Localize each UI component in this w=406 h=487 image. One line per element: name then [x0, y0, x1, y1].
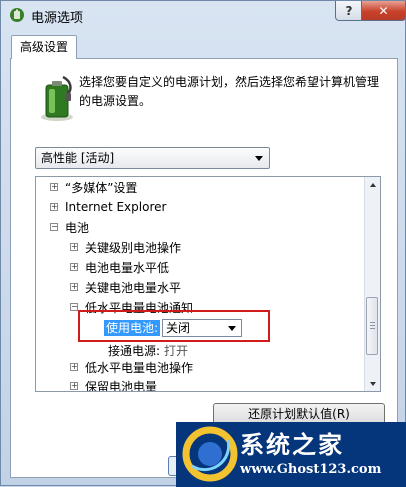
tree-item-multimedia[interactable]: + “多媒体”设置 — [50, 177, 137, 197]
tree-item-label: 低水平电量电池操作 — [85, 360, 194, 375]
chevron-down-icon — [255, 156, 263, 161]
power-options-icon — [10, 8, 24, 22]
close-button[interactable]: ✕ — [361, 1, 406, 21]
tree-item-label: 电池电量水平低 — [85, 260, 170, 275]
grip-line — [370, 322, 375, 323]
plugged-in-value: 打开 — [164, 343, 189, 358]
tree-item-low-battery-action[interactable]: + 低水平电量电池操作 — [70, 357, 193, 377]
power-options-window: 电源选项 ? ✕ 高级设置 选择您要自定义的电源计划，然后选择您希望计算机管理的… — [0, 0, 406, 487]
help-button[interactable]: ? — [335, 1, 363, 21]
scroll-down-button[interactable] — [365, 376, 380, 391]
collapse-icon[interactable]: − — [50, 223, 58, 231]
settings-panel: 选择您要自定义的电源计划，然后选择您希望计算机管理的电源设置。 高性能 [活动]… — [10, 58, 398, 478]
expand-icon[interactable]: + — [70, 363, 78, 371]
tree-item-reserve-battery-level[interactable]: + 保留电池电量 — [70, 376, 158, 392]
grip-line — [370, 328, 375, 329]
tree-item-critical-battery-level[interactable]: + 关键电池电量水平 — [70, 277, 181, 297]
power-plan-value: 高性能 [活动] — [41, 151, 115, 165]
title-bar[interactable]: 电源选项 ? ✕ — [1, 1, 406, 29]
collapse-icon[interactable]: − — [70, 303, 78, 311]
tree-item-label: 电池 — [65, 220, 90, 235]
scroll-thumb[interactable] — [366, 297, 378, 355]
tree-item-label: 关键级别电池操作 — [85, 240, 182, 255]
settings-tree[interactable]: + “多媒体”设置 + Internet Explorer − 电池 + 关键级… — [35, 176, 381, 392]
highlight-annotation-box — [78, 310, 270, 342]
window-title: 电源选项 — [31, 11, 84, 26]
tab-advanced-settings[interactable]: 高级设置 — [11, 35, 77, 59]
description-text: 选择您要自定义的电源计划，然后选择您希望计算机管理的电源设置。 — [79, 75, 380, 108]
tree-item-battery[interactable]: − 电池 — [50, 217, 89, 237]
watermark-logo-icon — [182, 426, 238, 482]
tree-item-internet-explorer[interactable]: + Internet Explorer — [50, 197, 166, 217]
tree-item-label: “多媒体”设置 — [65, 180, 138, 195]
power-plan-select[interactable]: 高性能 [活动] — [35, 147, 270, 169]
watermark-url: www.Ghost123.com — [240, 462, 382, 477]
watermark-brand: 系统之家 — [240, 430, 344, 459]
arrow-down-icon — [369, 381, 376, 386]
tree-item-low-battery-level[interactable]: + 电池电量水平低 — [70, 257, 169, 277]
expand-icon[interactable]: + — [70, 263, 78, 271]
arrow-up-icon — [369, 182, 376, 187]
tree-item-critical-battery-action[interactable]: + 关键级别电池操作 — [70, 237, 181, 257]
battery-power-icon — [41, 75, 73, 121]
scroll-up-button[interactable] — [365, 177, 380, 192]
expand-icon[interactable]: + — [70, 382, 78, 390]
tree-item-label: 保留电池电量 — [85, 379, 158, 392]
expand-icon[interactable]: + — [50, 183, 58, 191]
expand-icon[interactable]: + — [50, 203, 58, 211]
tree-scrollbar[interactable] — [364, 177, 380, 391]
plugged-in-label: 接通电源: — [108, 343, 161, 358]
grip-line — [370, 325, 375, 326]
tree-item-label: Internet Explorer — [65, 200, 167, 214]
tree-item-label: 关键电池电量水平 — [85, 280, 182, 295]
site-watermark: 系统之家 www.Ghost123.com — [176, 422, 406, 487]
expand-icon[interactable]: + — [70, 243, 78, 251]
expand-icon[interactable]: + — [70, 283, 78, 291]
